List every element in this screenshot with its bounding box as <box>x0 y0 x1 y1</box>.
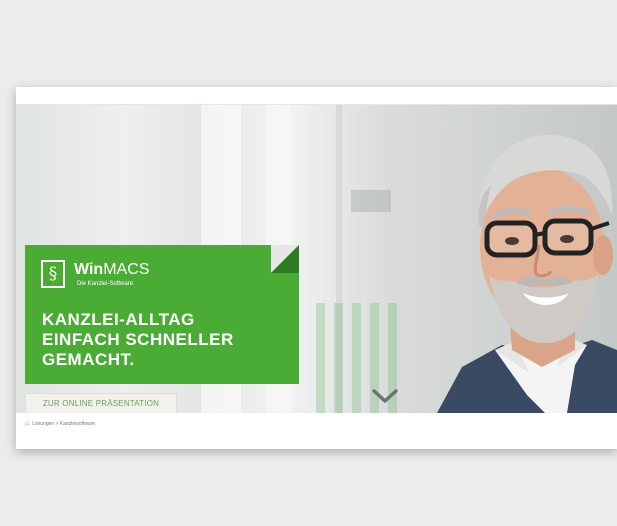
online-presentation-button[interactable]: ZUR ONLINE PRÄSENTATION <box>25 393 177 413</box>
chevron-down-icon[interactable] <box>371 387 399 405</box>
background-plant <box>352 303 361 413</box>
background-plant <box>334 303 343 413</box>
promo-panel: § WinMACS Die Kanzlei-Software KANZLEI-A… <box>25 245 299 384</box>
smiling-man-photo <box>437 134 617 413</box>
panel-fold-shadow <box>271 245 299 273</box>
headline-line: EINFACH SCHNELLER <box>42 330 234 349</box>
website-page: § WinMACS Die Kanzlei-Software KANZLEI-A… <box>16 87 617 449</box>
home-icon[interactable]: ⌂ <box>25 419 29 429</box>
brand-name-bold: Win <box>74 261 104 278</box>
background-plant <box>316 303 325 413</box>
site-header <box>16 87 617 105</box>
logo-glyph: § <box>48 263 58 284</box>
breadcrumb: ⌂ Lösungen > Kanzleisoftware <box>25 419 95 429</box>
brand-name-light: MACS <box>103 261 150 278</box>
paragraph-logo-icon: § <box>41 260 65 288</box>
hero-banner: § WinMACS Die Kanzlei-Software KANZLEI-A… <box>16 105 617 413</box>
brand-tagline: Die Kanzlei-Software <box>77 281 134 287</box>
hero-headline: KANZLEI-ALLTAG EINFACH SCHNELLER GEMACHT… <box>42 310 234 370</box>
breadcrumb-text[interactable]: Lösungen > Kanzleisoftware <box>32 419 95 429</box>
brand-name: WinMACS <box>74 261 149 278</box>
headline-line: KANZLEI-ALLTAG <box>42 310 195 329</box>
headline-line: GEMACHT. <box>42 350 135 369</box>
background-shelf <box>351 190 391 212</box>
